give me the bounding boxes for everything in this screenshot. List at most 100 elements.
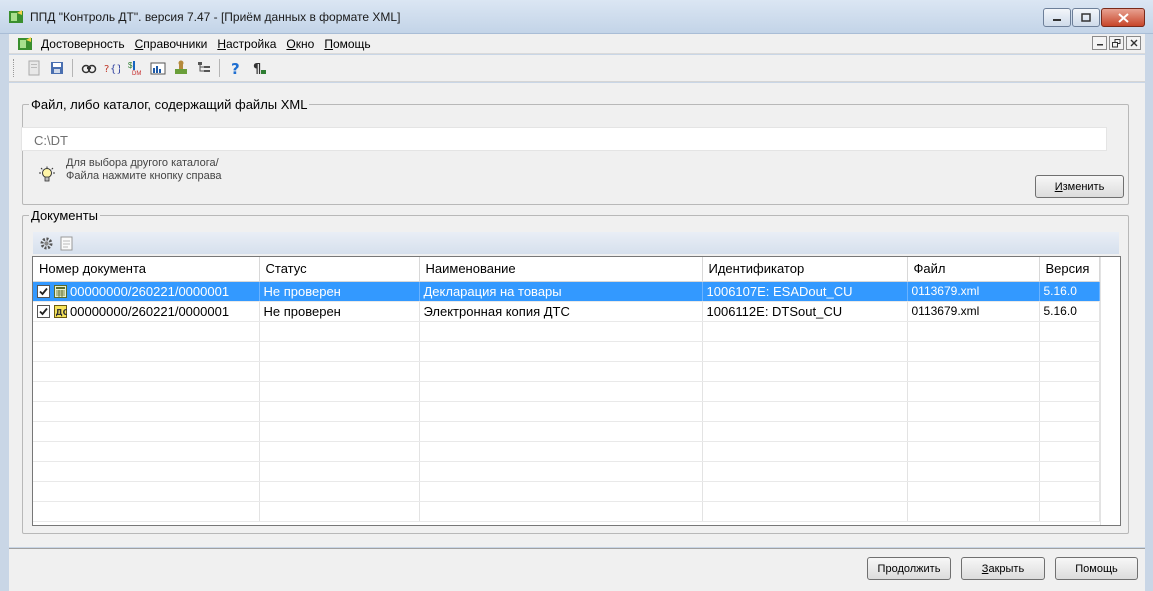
svg-text:$: $ xyxy=(128,61,133,70)
empty-row xyxy=(33,501,1100,522)
column-header-status[interactable]: Статус xyxy=(259,257,420,282)
minimize-icon xyxy=(1096,44,1103,46)
path-hint-text: Для выбора другого каталога/Файла нажмит… xyxy=(66,157,222,182)
path-field[interactable]: C:\DT xyxy=(21,127,1107,151)
mdi-close-button[interactable] xyxy=(1126,36,1141,50)
doc-status: Не проверен xyxy=(259,301,420,322)
save-button[interactable] xyxy=(45,57,68,79)
close-button-label: Закрыть xyxy=(981,562,1025,575)
continue-button[interactable]: Продолжить xyxy=(867,557,951,580)
svg-text:?: ? xyxy=(231,60,240,76)
table-row[interactable]: 00000000/260221/0000001 Не проверен Декл… xyxy=(33,281,1100,302)
empty-row xyxy=(33,341,1100,362)
empty-row xyxy=(33,421,1100,442)
convert-button[interactable]: $ DM xyxy=(123,57,146,79)
empty-row xyxy=(33,461,1100,482)
save-icon xyxy=(50,62,63,74)
svg-text:?: ? xyxy=(104,64,109,75)
table-scroll-area[interactable] xyxy=(1100,257,1120,525)
file-group-legend: Файл, либо каталог, содержащий файлы XML xyxy=(31,97,308,112)
menu-spravochniki[interactable]: Справочники xyxy=(135,37,208,51)
help-icon: ? xyxy=(231,60,240,76)
doc-file: 0113679.xml xyxy=(907,281,1040,302)
doc-name: Электронная копия ДТС xyxy=(419,301,703,322)
table-row[interactable]: ДС 00000000/260221/0000001 Не проверен Э… xyxy=(33,301,1100,322)
menu-okno[interactable]: Окно xyxy=(286,37,314,51)
file-groupbox: Файл, либо каталог, содержащий файлы XML xyxy=(22,97,1129,205)
column-header-identifier[interactable]: Идентификатор xyxy=(702,257,908,282)
mdi-restore-button[interactable] xyxy=(1109,36,1124,50)
convert-icon: $DM xyxy=(128,61,141,76)
close-window-button[interactable] xyxy=(1101,8,1145,27)
info-button[interactable]: ¶ xyxy=(247,57,270,79)
doc-file: 0113679.xml xyxy=(907,301,1040,322)
empty-row xyxy=(33,481,1100,502)
tree-button[interactable] xyxy=(192,57,215,79)
doc-version: 5.16.0 xyxy=(1039,301,1100,322)
doc-name: Декларация на товары xyxy=(419,281,703,302)
tree-icon xyxy=(197,62,210,72)
help-button[interactable]: ? xyxy=(224,57,247,79)
new-doc-icon xyxy=(28,60,39,76)
checkmark-icon xyxy=(39,287,48,295)
empty-row xyxy=(33,321,1100,342)
stamp-icon xyxy=(174,60,187,74)
report-icon xyxy=(150,62,165,75)
menu-pomosch[interactable]: Помощь xyxy=(324,37,370,51)
menu-dostovernost[interactable]: Достоверность xyxy=(41,37,125,51)
minimize-button[interactable] xyxy=(1043,8,1071,27)
gear-icon xyxy=(40,237,52,249)
column-header-name[interactable]: Наименование xyxy=(419,257,703,282)
maximize-icon xyxy=(1081,13,1091,22)
column-header-version[interactable]: Версия xyxy=(1039,257,1100,282)
report-button[interactable] xyxy=(146,57,169,79)
help-dialog-button[interactable]: Помощь xyxy=(1055,557,1138,580)
document-system-menu-icon[interactable] xyxy=(17,36,33,52)
view-icon xyxy=(81,64,96,74)
close-button[interactable]: Закрыть xyxy=(961,557,1045,580)
column-header-file[interactable]: Файл xyxy=(907,257,1040,282)
toolbar-grip[interactable] xyxy=(13,59,16,77)
empty-row xyxy=(33,381,1100,402)
column-header-number[interactable]: Номер документа xyxy=(33,257,260,282)
toolbar-separator xyxy=(72,59,73,77)
restore-icon xyxy=(1112,38,1121,47)
doc-identifier: 1006107E: ESADout_CU xyxy=(702,281,908,302)
window-title: ППД "Контроль ДТ". версия 7.47 - [Приём … xyxy=(30,10,401,24)
doc-identifier: 1006112E: DTSout_CU xyxy=(702,301,908,322)
declaration-doc-icon xyxy=(54,284,67,298)
empty-row xyxy=(33,441,1100,462)
documents-settings-button[interactable] xyxy=(36,232,56,254)
row-checkbox[interactable] xyxy=(37,304,50,318)
row-checkbox[interactable] xyxy=(37,284,50,298)
stamp-button[interactable] xyxy=(169,57,192,79)
view-button[interactable] xyxy=(77,57,100,79)
documents-page-button[interactable] xyxy=(56,232,76,254)
documents-table[interactable]: Номер документа Статус Наименование Иден… xyxy=(32,256,1121,526)
title-bar[interactable]: ППД "Контроль ДТ". версия 7.47 - [Приём … xyxy=(0,0,1153,34)
xml-check-icon: ?{} xyxy=(104,64,120,75)
documents-group-legend: Документы xyxy=(31,208,99,223)
documents-toolbar xyxy=(33,232,1119,254)
new-doc-button[interactable] xyxy=(22,57,45,79)
doc-number: 00000000/260221/0000001 xyxy=(70,283,230,299)
close-icon xyxy=(1130,39,1137,47)
change-path-button[interactable]: Изменить xyxy=(1035,175,1124,198)
info-icon: ¶ xyxy=(253,62,266,76)
table-header-row: Номер документа Статус Наименование Иден… xyxy=(33,257,1100,282)
svg-text:DM: DM xyxy=(132,71,141,76)
menu-nastroyka[interactable]: Настройка xyxy=(217,37,276,51)
menu-bar: Достоверность Справочники Настройка Окно… xyxy=(9,34,1145,54)
toolbar-separator xyxy=(219,59,220,77)
page-icon xyxy=(60,236,72,250)
lightbulb-icon xyxy=(39,166,55,182)
svg-text:ДС: ДС xyxy=(56,308,68,317)
dts-doc-icon: ДС xyxy=(54,304,68,318)
maximize-button[interactable] xyxy=(1072,8,1100,27)
empty-row xyxy=(33,361,1100,382)
xml-check-button[interactable]: ?{} xyxy=(100,57,123,79)
svg-text:{}: {} xyxy=(110,64,120,75)
doc-number: 00000000/260221/0000001 xyxy=(70,303,230,319)
doc-version: 5.16.0 xyxy=(1039,281,1100,302)
mdi-minimize-button[interactable] xyxy=(1092,36,1107,50)
